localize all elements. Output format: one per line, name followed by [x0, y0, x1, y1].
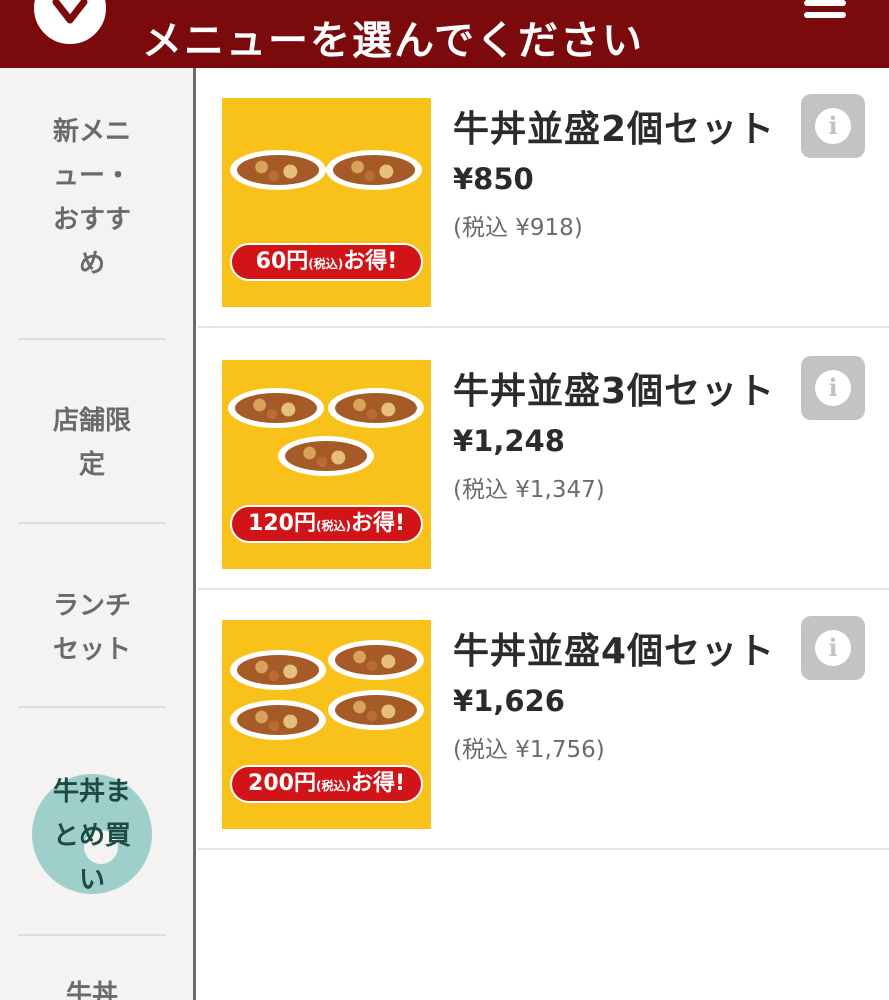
sidebar-item-store-limited[interactable]: 店舗限定 — [18, 368, 166, 518]
product-tax-price: (税込 ¥1,347) — [453, 477, 605, 503]
sidebar-item-label: 牛丼 — [65, 980, 118, 1000]
product-name: 牛丼並盛4個セット — [453, 631, 776, 672]
product-image: 200円(税込)お得! — [222, 620, 431, 829]
info-icon: i — [815, 370, 851, 406]
hamburger-menu-icon[interactable] — [800, 0, 850, 24]
product-name: 牛丼並盛2個セット — [453, 109, 776, 150]
sidebar-divider — [18, 934, 166, 936]
info-button[interactable]: i — [801, 356, 865, 420]
sidebar-item-bulk-gyudon[interactable]: 牛丼まとめ買い — [18, 736, 166, 936]
app-header: メニューを選んでください — [0, 0, 889, 68]
sidebar-item-label: 店舗限定 — [52, 406, 131, 480]
info-button[interactable]: i — [801, 616, 865, 680]
info-icon: i — [815, 108, 851, 144]
sidebar-item-lunch-set[interactable]: ランチセット — [18, 553, 166, 703]
product-price: ¥850 — [453, 162, 534, 196]
sidebar-item-recommended[interactable]: 新メニュー・おすすめ — [18, 108, 166, 288]
info-icon: i — [815, 630, 851, 666]
product-card[interactable]: 120円(税込)お得! 牛丼並盛3個セット ¥1,248 (税込 ¥1,347)… — [198, 330, 889, 590]
product-image: 120円(税込)お得! — [222, 360, 431, 569]
discount-badge: 120円(税込)お得! — [230, 505, 423, 543]
sidebar-divider — [18, 706, 166, 708]
product-tax-price: (税込 ¥918) — [453, 215, 583, 241]
product-tax-price: (税込 ¥1,756) — [453, 737, 605, 763]
product-image: 60円(税込)お得! — [222, 98, 431, 307]
page-title: メニューを選んでください — [142, 18, 644, 64]
info-button[interactable]: i — [801, 94, 865, 158]
product-card[interactable]: 200円(税込)お得! 牛丼並盛4個セット ¥1,626 (税込 ¥1,756)… — [198, 590, 889, 850]
sidebar-divider — [18, 522, 166, 524]
product-price: ¥1,248 — [453, 424, 565, 458]
discount-badge: 200円(税込)お得! — [230, 765, 423, 803]
discount-badge: 60円(税込)お得! — [230, 243, 423, 281]
sidebar-item-gyudon[interactable]: 牛丼 — [18, 973, 166, 1000]
product-card[interactable]: 60円(税込)お得! 牛丼並盛2個セット ¥850 (税込 ¥918) i — [198, 68, 889, 328]
brand-logo[interactable] — [28, 0, 112, 50]
sidebar-item-label: 牛丼まとめ買い — [52, 777, 131, 895]
sidebar-item-label: ランチセット — [52, 591, 131, 665]
product-name: 牛丼並盛3個セット — [453, 371, 776, 412]
sidebar-item-label: 新メニュー・おすすめ — [52, 117, 131, 279]
category-sidebar: 新メニュー・おすすめ 店舗限定 ランチセット 牛丼まとめ買い 牛丼 — [0, 68, 196, 1000]
product-price: ¥1,626 — [453, 684, 565, 718]
sidebar-divider — [18, 338, 166, 340]
